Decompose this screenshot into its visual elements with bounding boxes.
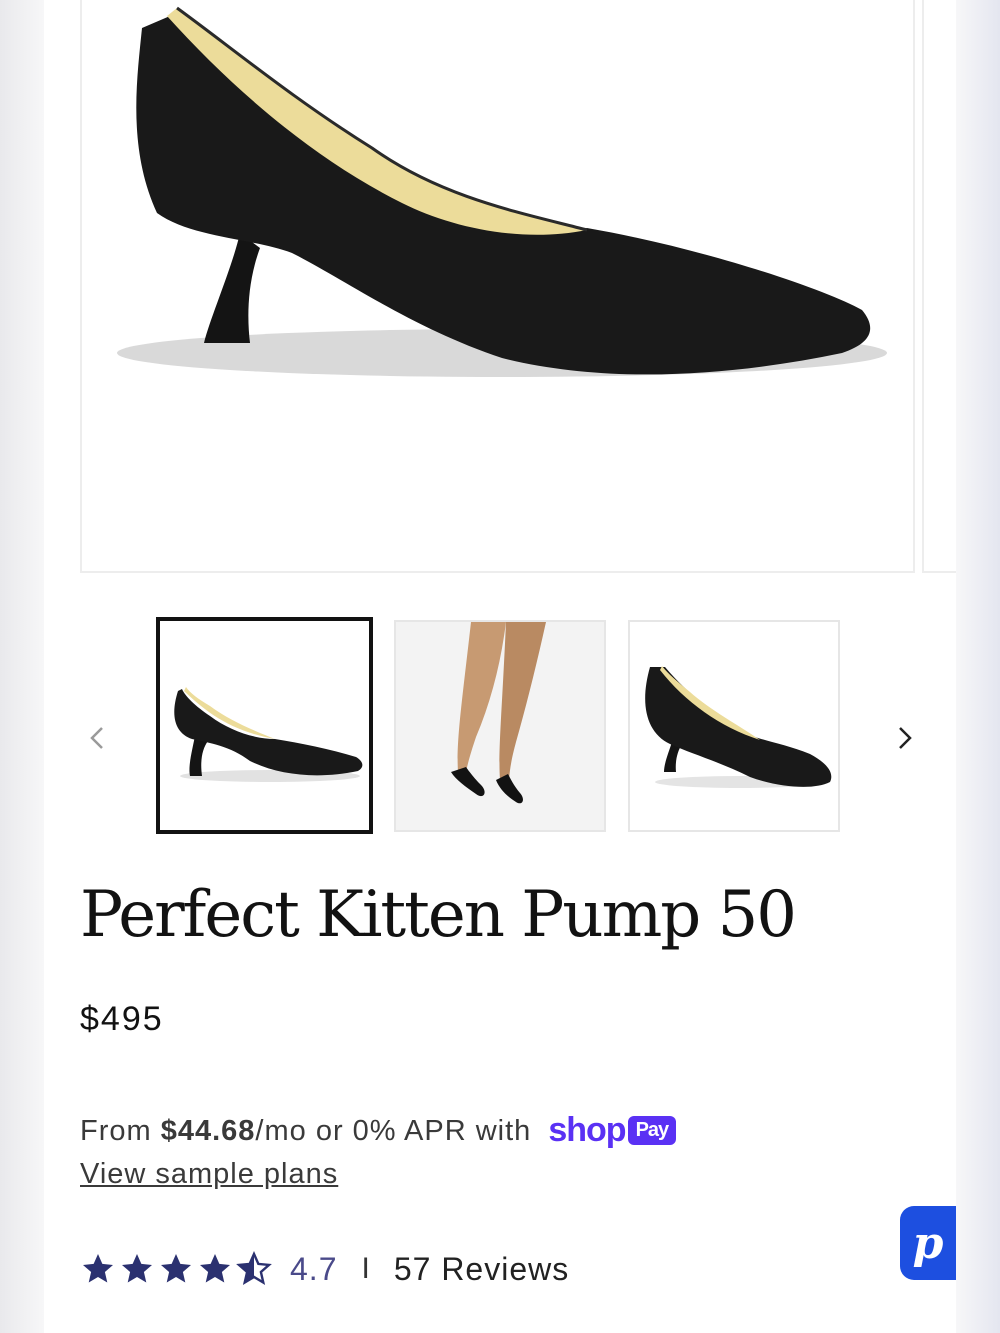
star-filled-icon: [83, 1254, 113, 1283]
product-rating[interactable]: 4.7 I 57 Reviews: [80, 1247, 569, 1291]
chevron-left-icon[interactable]: [80, 720, 116, 756]
pay-badge: Pay: [627, 1115, 677, 1145]
installments-prefix: From: [80, 1115, 161, 1148]
main-product-image[interactable]: [80, 0, 915, 573]
star-filled-icon: [122, 1254, 152, 1283]
thumbnail-worn-on-legs[interactable]: [394, 620, 606, 832]
chat-p-icon: p: [912, 1217, 944, 1269]
shop-pay-installments: From $44.68/mo or 0% APR with shop Pay: [80, 1111, 677, 1152]
star-half-icon: [236, 1251, 272, 1285]
left-gutter: [0, 0, 44, 1333]
black-suede-pump-image: [117, 6, 887, 377]
rating-separator: I: [361, 1252, 370, 1285]
pump-three-quarter-thumbnail-image: [645, 666, 832, 788]
reviews-count-link[interactable]: 57 Reviews: [394, 1251, 569, 1288]
chat-widget-button[interactable]: p: [900, 1206, 956, 1280]
shop-logo-text: shop: [548, 1111, 626, 1149]
installments-suffix: /mo or 0% APR with: [255, 1115, 532, 1148]
installments-amount: $44.68: [160, 1115, 256, 1148]
product-price: $495: [80, 1000, 164, 1038]
right-gutter: [956, 0, 1000, 1333]
thumbnail-side-view[interactable]: [156, 617, 373, 834]
star-filled-icon: [161, 1254, 191, 1283]
pumps-worn-on-legs-image: [396, 622, 604, 830]
chevron-right-icon[interactable]: [886, 720, 922, 756]
rating-stars: [80, 1251, 272, 1287]
product-title: Perfect Kitten Pump 50: [80, 878, 797, 952]
star-filled-icon: [200, 1254, 230, 1283]
thumbnail-three-quarter-view[interactable]: [628, 620, 840, 832]
pump-side-thumbnail-image: [174, 687, 363, 782]
next-image-peek: [922, 0, 956, 573]
shop-pay-logo: shop Pay: [548, 1111, 677, 1150]
view-sample-plans-link[interactable]: View sample plans: [80, 1158, 338, 1191]
rating-value: 4.7: [290, 1250, 338, 1287]
